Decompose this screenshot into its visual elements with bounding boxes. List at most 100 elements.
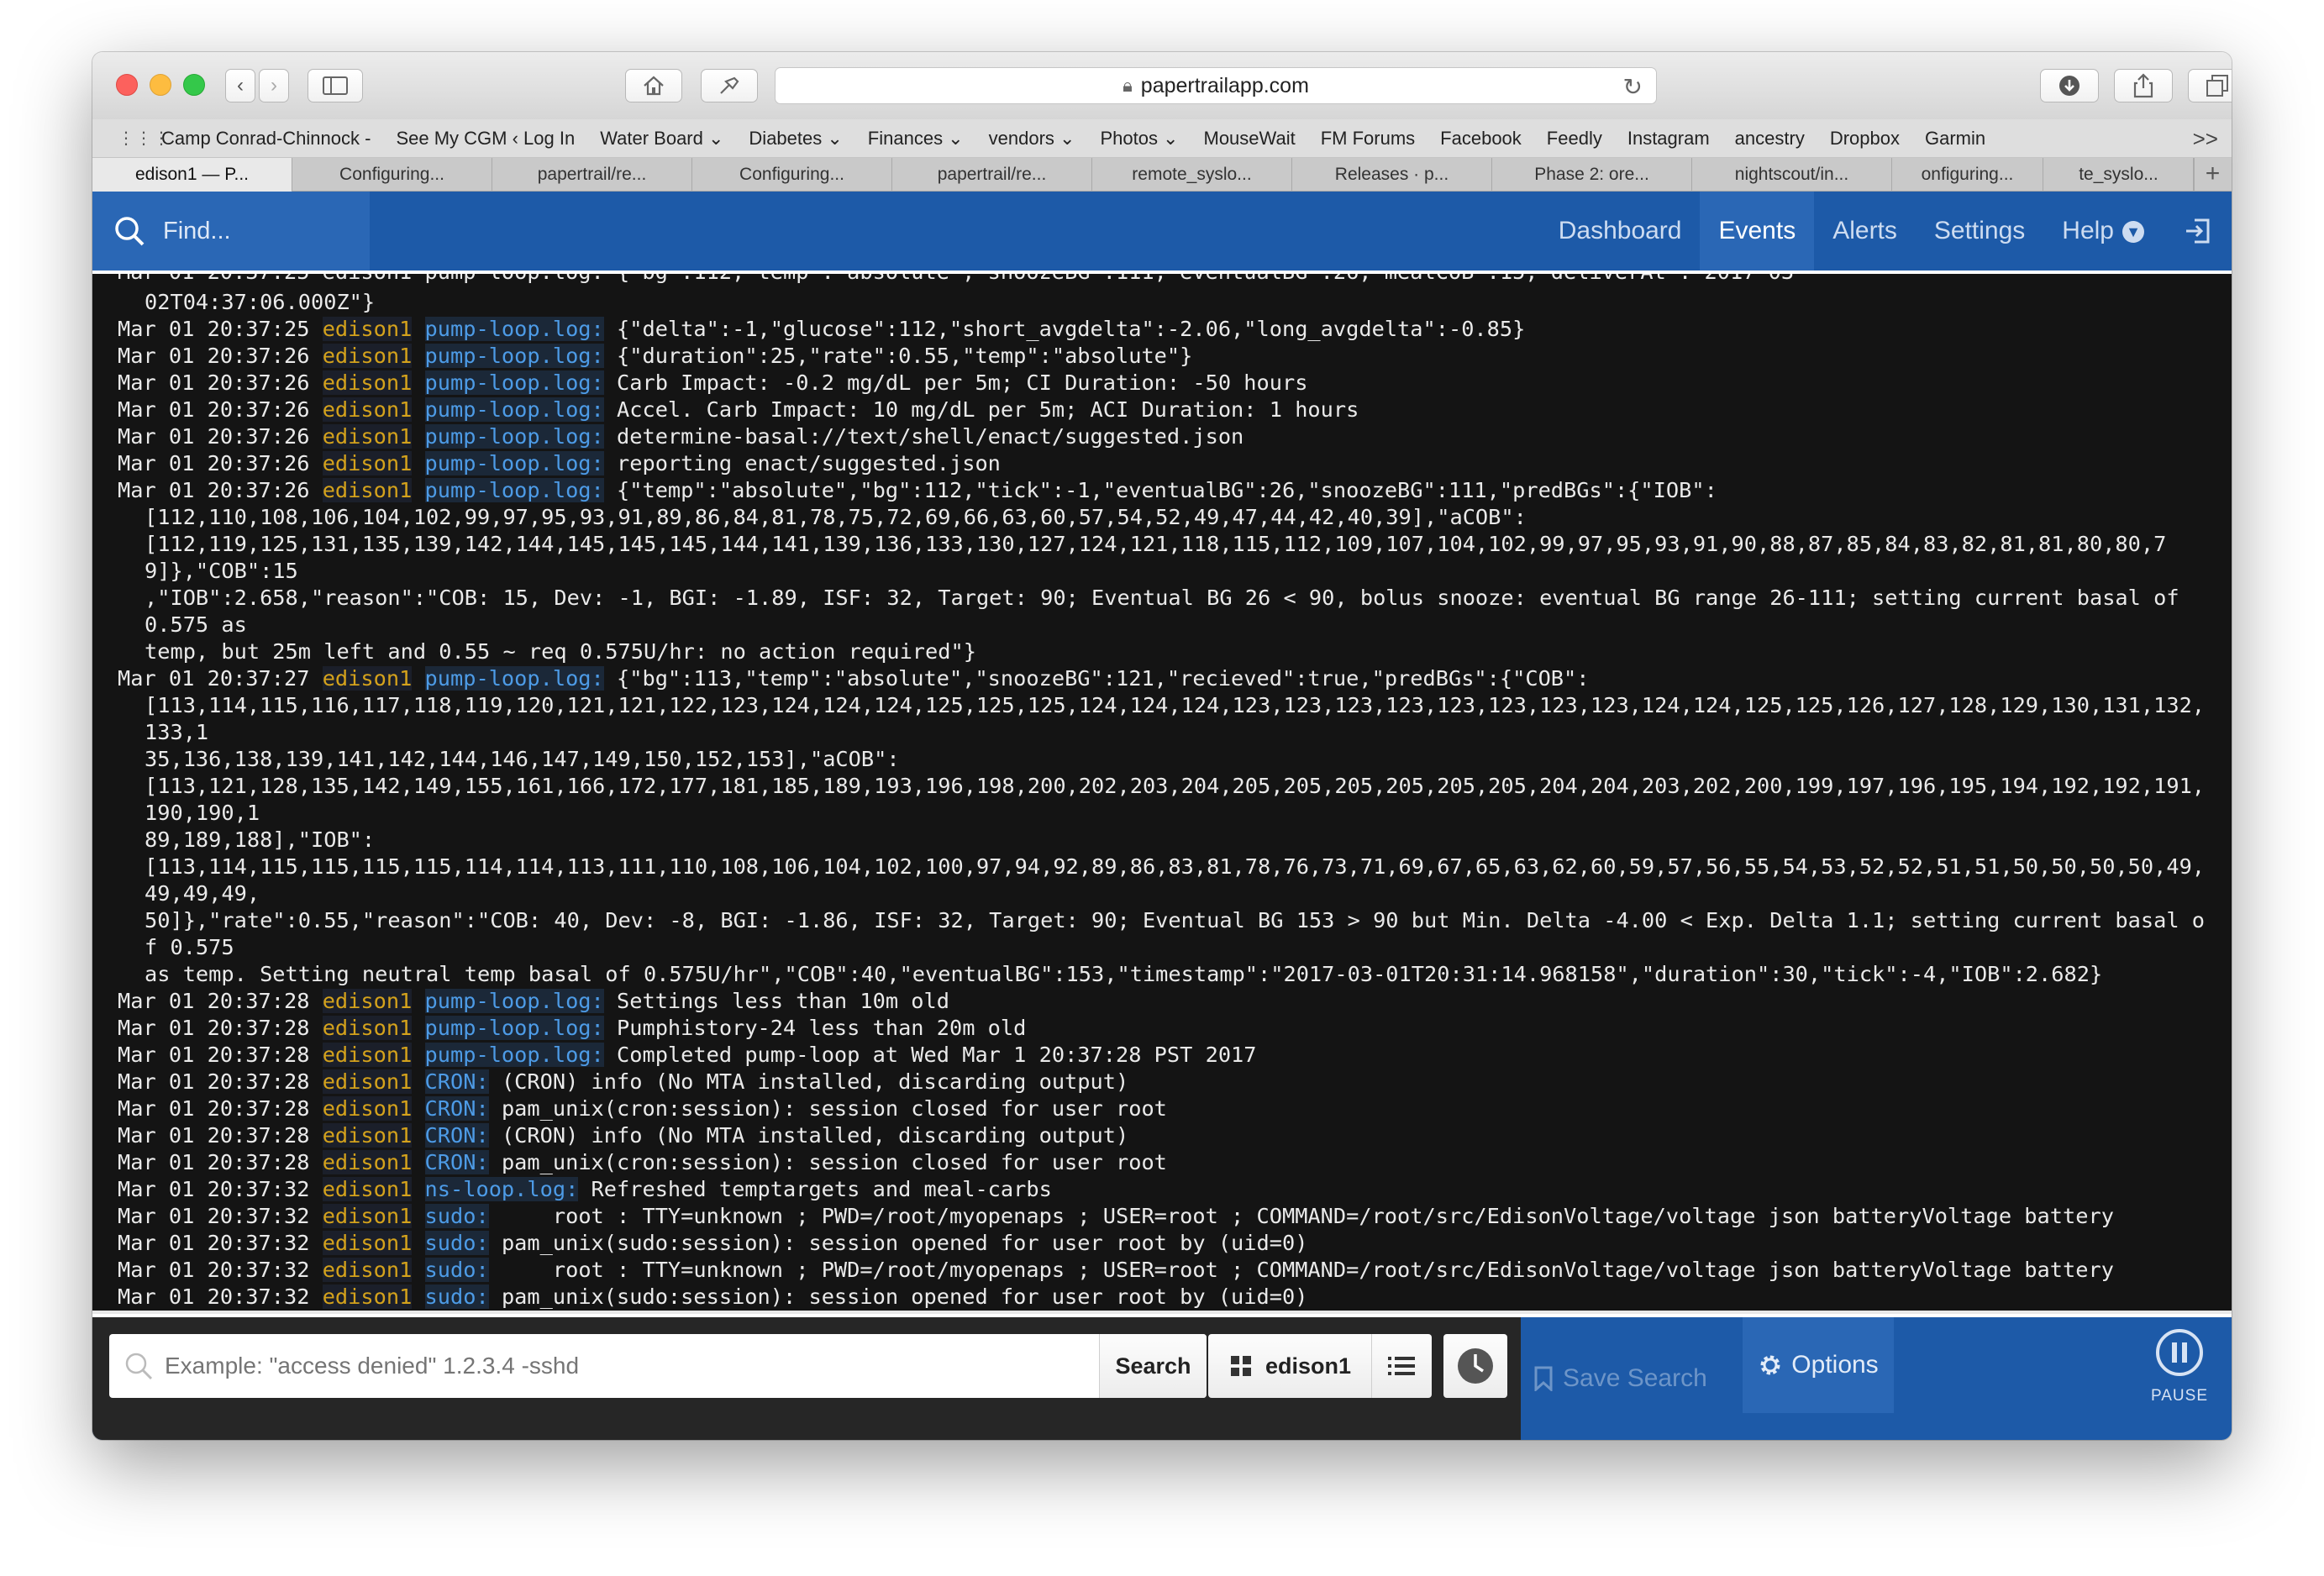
bookmark-item[interactable]: Photos ⌄ xyxy=(1100,128,1178,150)
bookmarks-overflow-button[interactable]: >> xyxy=(2193,126,2218,152)
log-hostname[interactable]: edison1 xyxy=(322,1258,413,1282)
log-program[interactable]: pump-loop.log: xyxy=(424,666,604,691)
log-message: Completed pump-loop at Wed Mar 1 20:37:2… xyxy=(617,1043,1257,1067)
log-program[interactable]: sudo: xyxy=(424,1284,489,1309)
log-hostname[interactable]: edison1 xyxy=(322,478,413,502)
browser-tab[interactable]: Releases · p... xyxy=(1292,158,1492,192)
log-program[interactable]: pump-loop.log: xyxy=(424,397,604,422)
options-button[interactable]: Options xyxy=(1743,1317,1894,1413)
sign-out-button[interactable] xyxy=(2163,192,2232,271)
log-hostname[interactable]: edison1 xyxy=(322,397,413,422)
browser-tab[interactable]: remote_syslo... xyxy=(1092,158,1292,192)
bookmark-item[interactable]: See My CGM ‹ Log In xyxy=(396,128,575,150)
bookmark-item[interactable]: Diabetes ⌄ xyxy=(749,128,842,150)
minimize-window-button[interactable] xyxy=(150,74,171,96)
bookmark-item[interactable]: FM Forums xyxy=(1321,128,1415,150)
log-hostname[interactable]: edison1 xyxy=(322,1284,413,1309)
log-program[interactable]: pump-loop.log: xyxy=(424,478,604,502)
nav-dashboard[interactable]: Dashboard xyxy=(1540,192,1701,271)
nav-settings[interactable]: Settings xyxy=(1916,192,2043,271)
find-search[interactable]: Find... xyxy=(92,192,370,271)
bookmark-item[interactable]: Water Board ⌄ xyxy=(600,128,723,150)
log-program[interactable]: pump-loop.log: xyxy=(424,1043,604,1067)
log-hostname[interactable]: edison1 xyxy=(322,1096,413,1121)
log-hostname[interactable]: edison1 xyxy=(322,1204,413,1228)
save-search-button[interactable]: Save Search xyxy=(1534,1317,1707,1440)
browser-tab[interactable]: Phase 2: ore... xyxy=(1492,158,1692,192)
browser-tab[interactable]: edison1 — P... xyxy=(92,158,292,192)
log-hostname[interactable]: edison1 xyxy=(322,1177,413,1201)
log-program[interactable]: pump-loop.log: xyxy=(424,451,604,475)
log-program[interactable]: CRON: xyxy=(424,1096,489,1121)
nav-events[interactable]: Events xyxy=(1700,192,1815,271)
nav-alerts[interactable]: Alerts xyxy=(1814,192,1916,271)
log-program[interactable]: CRON: xyxy=(424,1123,489,1148)
log-hostname[interactable]: edison1 xyxy=(322,1069,413,1094)
log-timestamp: Mar 01 20:37:28 xyxy=(118,1016,310,1040)
log-program[interactable]: sudo: xyxy=(424,1231,489,1255)
event-log[interactable]: Mar 01 20:37:25 edison1 pump-loop.log: {… xyxy=(92,274,2232,1311)
log-hostname[interactable]: edison1 xyxy=(322,1016,413,1040)
bookmark-item[interactable]: vendors ⌄ xyxy=(989,128,1075,150)
downloads-button[interactable] xyxy=(2040,69,2099,102)
bookmark-item[interactable]: Instagram xyxy=(1627,128,1710,150)
browser-tab[interactable]: Configuring... xyxy=(692,158,892,192)
browser-tab[interactable]: papertrail/re... xyxy=(892,158,1092,192)
log-hostname[interactable]: edison1 xyxy=(322,451,413,475)
log-program[interactable]: CRON: xyxy=(424,1150,489,1174)
reload-icon[interactable]: ↻ xyxy=(1623,73,1643,101)
time-seek-button[interactable] xyxy=(1443,1334,1507,1398)
search-input[interactable] xyxy=(165,1353,1131,1379)
bookmark-item[interactable]: Dropbox xyxy=(1830,128,1900,150)
close-window-button[interactable] xyxy=(116,74,138,96)
log-hostname[interactable]: edison1 xyxy=(322,1043,413,1067)
nav-help[interactable]: Help ▼ xyxy=(2043,192,2163,271)
log-program[interactable]: CRON: xyxy=(424,1069,489,1094)
log-hostname[interactable]: edison1 xyxy=(322,1231,413,1255)
log-program[interactable]: pump-loop.log: xyxy=(424,424,604,449)
sidebar-button[interactable] xyxy=(308,69,363,102)
log-hostname[interactable]: edison1 xyxy=(322,666,413,691)
list-icon[interactable] xyxy=(1386,1351,1417,1381)
browser-tab[interactable]: nightscout/in... xyxy=(1692,158,1892,192)
new-tab-button[interactable]: + xyxy=(2193,158,2232,192)
search-button[interactable]: Search xyxy=(1099,1334,1207,1398)
browser-tab[interactable]: Configuring... xyxy=(292,158,492,192)
log-program[interactable]: ns-loop.log: xyxy=(424,1177,579,1201)
pause-button[interactable]: PAUSE xyxy=(2139,1327,2220,1405)
back-button[interactable]: ‹ xyxy=(225,69,255,102)
bookmark-item[interactable]: Facebook xyxy=(1440,128,1522,150)
browser-tab[interactable]: te_syslo... xyxy=(2043,158,2195,192)
log-program[interactable]: sudo: xyxy=(424,1204,489,1228)
bookmark-item[interactable]: MouseWait xyxy=(1204,128,1296,150)
log-hostname[interactable]: edison1 xyxy=(322,424,413,449)
zoom-window-button[interactable] xyxy=(183,74,205,96)
browser-tab[interactable]: papertrail/re... xyxy=(492,158,692,192)
log-hostname[interactable]: edison1 xyxy=(322,344,413,368)
bookmark-item[interactable]: Camp Conrad-Chinnock - xyxy=(161,128,371,150)
log-program[interactable]: pump-loop.log: xyxy=(424,317,604,341)
grid-icon[interactable]: ⋮⋮⋮ xyxy=(118,128,170,149)
share-button[interactable] xyxy=(2114,69,2173,102)
browser-tab[interactable]: onfiguring... xyxy=(1892,158,2043,192)
log-program[interactable]: pump-loop.log: xyxy=(424,370,604,395)
bookmark-item[interactable]: ancestry xyxy=(1735,128,1805,150)
bookmark-item[interactable]: Finances ⌄ xyxy=(868,128,964,150)
home-button[interactable] xyxy=(625,69,682,102)
tabs-overview-button[interactable] xyxy=(2188,69,2232,102)
log-hostname[interactable]: edison1 xyxy=(322,370,413,395)
forward-button[interactable]: › xyxy=(259,69,289,102)
log-program[interactable]: pump-loop.log: xyxy=(424,1016,604,1040)
log-program[interactable]: pump-loop.log: xyxy=(424,989,604,1013)
log-program[interactable]: pump-loop.log: xyxy=(424,344,604,368)
log-hostname[interactable]: edison1 xyxy=(322,1123,413,1148)
bookmark-item[interactable]: Garmin xyxy=(1925,128,1985,150)
address-bar[interactable]: 🔒︎ papertrailapp.com ↻ xyxy=(775,67,1657,104)
bookmarklet-button[interactable] xyxy=(701,69,758,102)
bookmark-item[interactable]: Feedly xyxy=(1547,128,1602,150)
log-hostname[interactable]: edison1 xyxy=(322,1150,413,1174)
log-program[interactable]: sudo: xyxy=(424,1258,489,1282)
log-hostname[interactable]: edison1 xyxy=(322,989,413,1013)
group-selector-button[interactable]: edison1 xyxy=(1208,1334,1432,1398)
log-hostname[interactable]: edison1 xyxy=(322,317,413,341)
